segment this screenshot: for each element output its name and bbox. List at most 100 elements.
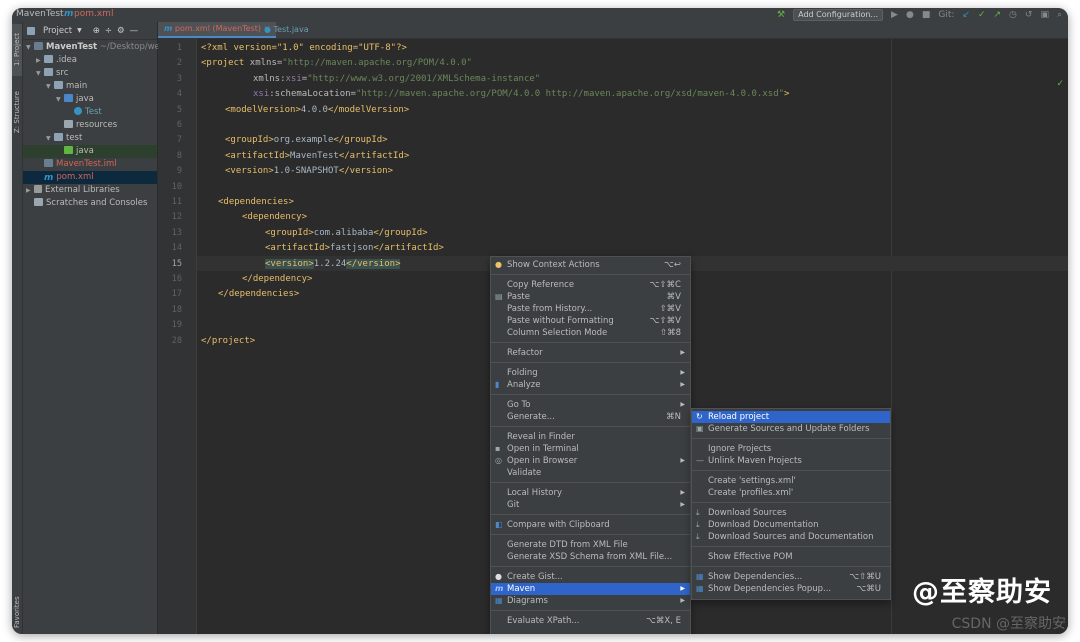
terminal-icon: ▪: [495, 444, 501, 453]
tree-item-maventest[interactable]: ▼ MavenTest ~/Desktop/wen/: [23, 41, 168, 54]
menu-item-download-documentation[interactable]: ⤓ Download Documentation: [692, 519, 890, 531]
tree-item-external-libraries[interactable]: ▶ External Libraries: [23, 184, 157, 197]
tree-label: java: [76, 146, 94, 156]
build-icon[interactable]: ⚒: [777, 10, 785, 20]
menu-item-show-dependencies[interactable]: ▦ Show Dependencies... ⌥⇧⌘U: [692, 571, 890, 583]
maven-file-icon: m: [164, 24, 173, 33]
menu-item-download-sources[interactable]: ⤓ Download Sources: [692, 507, 890, 519]
expanded-arrow-icon[interactable]: ▼: [26, 41, 34, 54]
menu-item-show-dependencies-popup[interactable]: ▦ Show Dependencies Popup... ⌥⌘U: [692, 583, 890, 595]
menu-item-unlink-maven-projects[interactable]: — Unlink Maven Projects: [692, 455, 890, 467]
menu-item-open-in-browser[interactable]: ◎ Open in Browser ▶: [491, 455, 690, 467]
menu-item-show-effective-pom[interactable]: Show Effective POM: [692, 551, 890, 563]
collapse-icon[interactable]: ÷: [105, 26, 112, 36]
tree-item-pom[interactable]: m pom.xml: [23, 171, 157, 184]
gear-icon[interactable]: ⚙: [117, 26, 125, 36]
code-token: "http://www.w3.org/2001/XMLSchema-instan…: [307, 73, 541, 84]
git-commit-icon[interactable]: ✓: [978, 10, 986, 20]
menu-item-generate-sources[interactable]: ▣ Generate Sources and Update Folders: [692, 423, 890, 435]
inspection-ok-icon[interactable]: ✓: [1056, 79, 1064, 89]
tree-item-scratches[interactable]: Scratches and Consoles: [23, 197, 157, 210]
menu-item-column-selection-mode[interactable]: Column Selection Mode ⇧⌘8: [491, 327, 690, 339]
folder-icon: [44, 55, 53, 63]
menu-item-paste-without-formatting[interactable]: Paste without Formatting ⌥⇧⌘V: [491, 315, 690, 327]
favorites-tool-tab[interactable]: Favorites: [12, 590, 22, 634]
expanded-arrow-icon[interactable]: ▼: [56, 93, 64, 106]
project-structure-icon[interactable]: ▣: [1040, 10, 1049, 20]
bulb-icon: ●: [495, 260, 502, 269]
tree-item-src[interactable]: ▼ src: [23, 67, 157, 80]
tab-test-java[interactable]: ● Test.java: [258, 22, 315, 38]
collapsed-arrow-icon[interactable]: ▶: [36, 54, 44, 67]
code-token: xmlns=: [244, 58, 283, 69]
collapsed-arrow-icon[interactable]: ▶: [26, 184, 34, 197]
menu-shortcut: ⌥↩: [664, 260, 681, 270]
project-panel: Project ▼ ⊕ ÷ ⚙ — ▼ MavenTest ~/Desktop/w…: [23, 22, 168, 634]
menu-item-git[interactable]: Git ▶: [491, 499, 690, 511]
tree-item-test-java[interactable]: java: [23, 145, 157, 158]
code-line-12: <dependency>: [242, 210, 307, 225]
menu-item-folding[interactable]: Folding ▶: [491, 367, 690, 379]
locate-icon[interactable]: ⊕: [93, 26, 100, 36]
menu-item-diagrams[interactable]: ▦ Diagrams ▶: [491, 595, 690, 607]
history-icon[interactable]: ◷: [1009, 10, 1017, 20]
tree-item-main[interactable]: ▼ main: [23, 80, 157, 93]
menu-item-local-history[interactable]: Local History ▶: [491, 487, 690, 499]
run-config-button[interactable]: Add Configuration...: [793, 9, 884, 21]
menu-item-analyze[interactable]: ▮ Analyze ▶: [491, 379, 690, 391]
menu-item-generate-xsd[interactable]: Generate XSD Schema from XML File...: [491, 551, 690, 563]
menu-item-validate[interactable]: Validate: [491, 467, 690, 479]
menu-item-ignore-projects[interactable]: Ignore Projects: [692, 443, 890, 455]
menu-item-download-sources-and-docs[interactable]: ⤓ Download Sources and Documentation: [692, 531, 890, 543]
tree-item-test-class[interactable]: Test: [23, 106, 157, 119]
menu-separator: [692, 470, 890, 471]
expanded-arrow-icon[interactable]: ▼: [36, 67, 44, 80]
menu-item-generate-dtd[interactable]: Generate DTD from XML File: [491, 539, 690, 551]
project-name[interactable]: MavenTest: [16, 8, 64, 20]
line-number: 13: [171, 227, 182, 238]
menu-item-paste[interactable]: ▤ Paste ⌘V: [491, 291, 690, 303]
line-number: 12: [171, 212, 182, 223]
menu-item-reveal-in-finder[interactable]: Reveal in Finder: [491, 431, 690, 443]
breadcrumb-file[interactable]: pom.xml: [74, 8, 113, 20]
project-tool-tab[interactable]: 1: Project: [12, 24, 22, 76]
tree-item-resources[interactable]: resources: [23, 119, 157, 132]
menu-item-copy-reference[interactable]: Copy Reference ⌥⇧⌘C: [491, 279, 690, 291]
menu-item-go-to[interactable]: Go To ▶: [491, 399, 690, 411]
run-icon[interactable]: ▶: [891, 10, 898, 20]
git-push-icon[interactable]: ↗: [993, 10, 1001, 20]
debug-icon[interactable]: ●: [906, 10, 914, 20]
rollback-icon[interactable]: ↺: [1025, 10, 1033, 20]
menu-item-paste-from-history[interactable]: Paste from History... ⇧⌘V: [491, 303, 690, 315]
menu-item-create-profiles-xml[interactable]: Create 'profiles.xml': [692, 487, 890, 499]
tree-item-main-java[interactable]: ▼ java: [23, 93, 157, 106]
menu-item-compare-with-clipboard[interactable]: ◧ Compare with Clipboard: [491, 519, 690, 531]
menu-item-create-gist[interactable]: ● Create Gist...: [491, 571, 690, 583]
stop-icon[interactable]: ■: [922, 10, 931, 20]
menu-item-refactor[interactable]: Refactor ▶: [491, 347, 690, 359]
git-update-icon[interactable]: ↙: [962, 10, 970, 20]
line-number: 6: [176, 120, 182, 130]
tree-item-test[interactable]: ▼ test: [23, 132, 157, 145]
code-token: >: [784, 89, 790, 100]
menu-item-reload-project[interactable]: ↻ Reload project: [692, 411, 890, 423]
line-number: 10: [171, 181, 182, 192]
expanded-arrow-icon[interactable]: ▼: [46, 132, 54, 145]
menu-item-generate[interactable]: Generate... ⌘N: [491, 411, 690, 423]
menu-item-evaluate-xpath[interactable]: Evaluate XPath... ⌥⌘X, E: [491, 615, 690, 627]
expanded-arrow-icon[interactable]: ▼: [46, 80, 54, 93]
menu-label: Folding: [507, 368, 538, 378]
search-icon[interactable]: ⌕: [1057, 10, 1062, 20]
project-view-select[interactable]: Project: [43, 26, 72, 36]
tree-item-idea[interactable]: ▶ .idea: [23, 54, 157, 67]
menu-item-show-context-actions[interactable]: ● Show Context Actions ⌥↩: [491, 259, 690, 271]
menu-item-maven[interactable]: m Maven ▶: [491, 583, 690, 595]
menu-item-open-in-terminal[interactable]: ▪ Open in Terminal: [491, 443, 690, 455]
tree-item-iml[interactable]: MavenTest.iml: [23, 158, 157, 171]
menu-item-create-settings-xml[interactable]: Create 'settings.xml': [692, 475, 890, 487]
chevron-down-icon[interactable]: ▼: [77, 27, 82, 34]
code-token: <groupId>: [225, 135, 274, 146]
structure-tool-tab[interactable]: Z: Structure: [12, 84, 22, 140]
hide-icon[interactable]: —: [130, 26, 139, 36]
code-token: </modelVersion>: [327, 104, 410, 115]
